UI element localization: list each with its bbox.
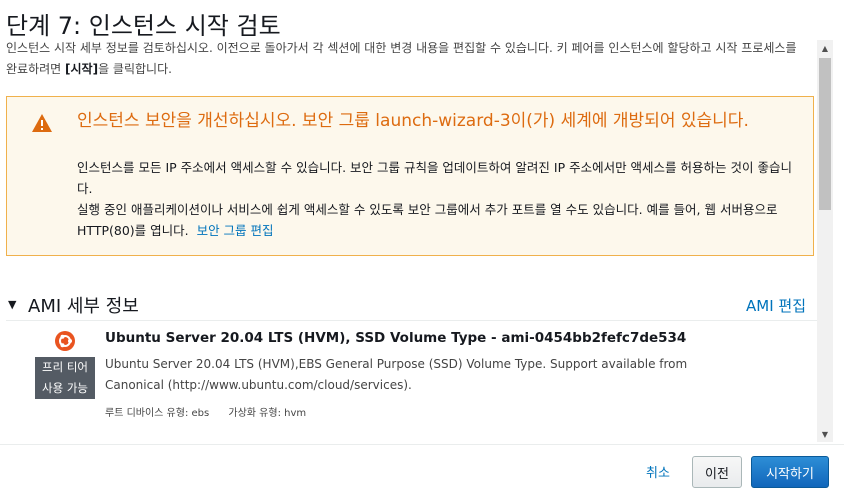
launch-button[interactable]: 시작하기 bbox=[751, 456, 829, 488]
free-tier-badge: 프리 티어 사용 가능 bbox=[35, 357, 95, 399]
ami-section-title[interactable]: AMI 세부 정보 bbox=[28, 292, 139, 318]
ami-metadata: 루트 디바이스 유형: ebs 가상화 유형: hvm bbox=[105, 404, 306, 419]
scroll-down-arrow-icon[interactable]: ▼ bbox=[817, 426, 833, 442]
scrollbar-thumb[interactable] bbox=[819, 58, 831, 210]
previous-button[interactable]: 이전 bbox=[692, 456, 742, 488]
page-title: 단계 7: 인스턴스 시작 검토 bbox=[6, 12, 281, 40]
security-warning-box: 인스턴스 보안을 개선하십시오. 보안 그룹 launch-wizard-3이(… bbox=[6, 96, 814, 256]
warning-body-text-1: 인스턴스를 모든 IP 주소에서 액세스할 수 있습니다. 보안 그룹 규칙을 … bbox=[77, 160, 792, 196]
collapse-caret-icon[interactable]: ▼ bbox=[8, 298, 16, 311]
free-tier-badge-line-1: 프리 티어 bbox=[42, 360, 88, 374]
scroll-up-arrow-icon[interactable]: ▲ bbox=[817, 40, 833, 56]
vertical-scrollbar[interactable]: ▲ ▼ bbox=[817, 40, 833, 442]
warning-body: 인스턴스를 모든 IP 주소에서 액세스할 수 있습니다. 보안 그룹 규칙을 … bbox=[77, 157, 807, 241]
edit-ami-link[interactable]: AMI 편집 bbox=[746, 295, 806, 316]
footer-divider bbox=[0, 444, 844, 445]
warning-triangle-icon bbox=[31, 113, 53, 137]
ami-name: Ubuntu Server 20.04 LTS (HVM), SSD Volum… bbox=[105, 330, 687, 346]
warning-title: 인스턴스 보안을 개선하십시오. 보안 그룹 launch-wizard-3이(… bbox=[77, 111, 749, 131]
description-bold-launch: [시작] bbox=[65, 62, 99, 76]
free-tier-badge-line-2: 사용 가능 bbox=[42, 381, 88, 395]
root-device-type: 루트 디바이스 유형: ebs bbox=[105, 408, 210, 419]
virtualization-type: 가상화 유형: hvm bbox=[228, 408, 307, 419]
ubuntu-logo-icon bbox=[54, 330, 76, 356]
warning-body-text-2: 실행 중인 애플리케이션이나 서비스에 쉽게 액세스할 수 있도록 보안 그룹에… bbox=[77, 199, 807, 241]
description-text-2: 을 클릭합니다. bbox=[98, 62, 172, 76]
section-divider bbox=[6, 320, 817, 321]
ami-description: Ubuntu Server 20.04 LTS (HVM),EBS Genera… bbox=[105, 357, 688, 392]
page-description: 인스턴스 시작 세부 정보를 검토하십시오. 이전으로 돌아가서 각 섹션에 대… bbox=[6, 38, 810, 80]
warning-body-text-2-content: 실행 중인 애플리케이션이나 서비스에 쉽게 액세스할 수 있도록 보안 그룹에… bbox=[77, 202, 778, 238]
edit-security-group-link[interactable]: 보안 그룹 편집 bbox=[197, 223, 274, 238]
cancel-button[interactable]: 취소 bbox=[642, 458, 674, 485]
